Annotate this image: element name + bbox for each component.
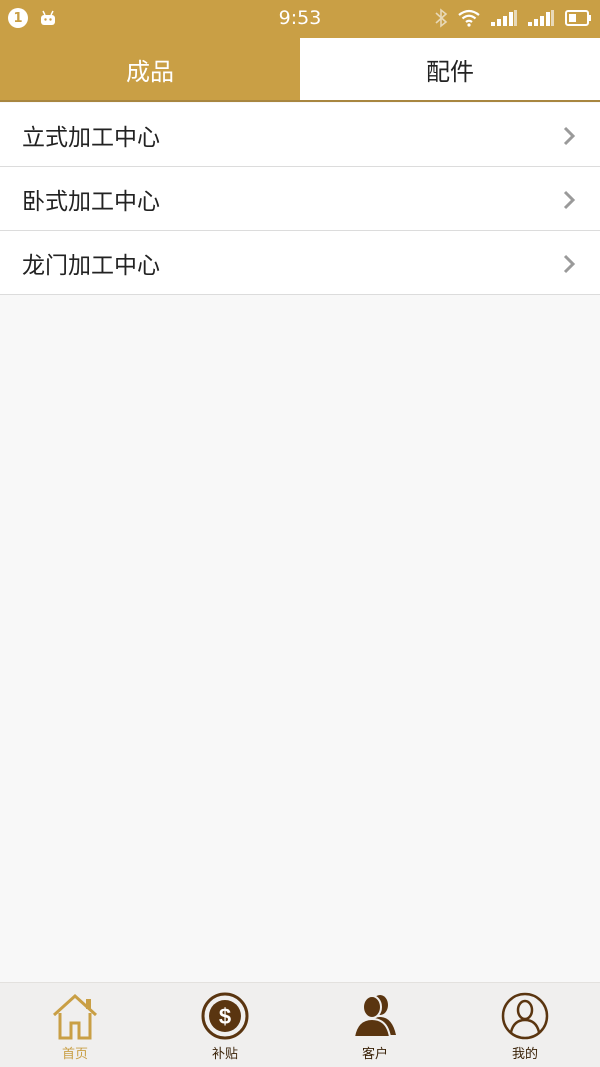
profile-icon [501, 992, 549, 1040]
signal-1-icon [491, 10, 517, 26]
product-category-list: 立式加工中心 卧式加工中心 龙门加工中心 [0, 103, 600, 295]
category-tabs: 成品 配件 [0, 38, 600, 102]
chevron-right-icon [563, 126, 576, 146]
list-item-label: 龙门加工中心 [22, 252, 160, 279]
battery-icon [565, 10, 591, 26]
list-item[interactable]: 立式加工中心 [0, 103, 600, 167]
nav-home-label: 首页 [61, 1047, 88, 1062]
dollar-icon: $ [201, 992, 249, 1040]
list-item-label: 立式加工中心 [22, 124, 160, 151]
svg-text:$: $ [219, 1004, 231, 1029]
list-item-label: 卧式加工中心 [22, 188, 160, 215]
list-item[interactable]: 卧式加工中心 [0, 167, 600, 231]
nav-customers[interactable]: 客户 [300, 983, 450, 1067]
list-item[interactable]: 龙门加工中心 [0, 231, 600, 295]
signal-2-icon [528, 10, 554, 26]
nav-profile[interactable]: 我的 [450, 983, 600, 1067]
nav-profile-label: 我的 [511, 1047, 538, 1062]
customers-icon [352, 995, 396, 1038]
tab-finished-products[interactable]: 成品 [0, 38, 300, 100]
nav-subsidy-label: 补贴 [211, 1047, 238, 1062]
nav-subsidy[interactable]: $ 补贴 [150, 983, 300, 1067]
chevron-right-icon [563, 254, 576, 274]
tab-accessories[interactable]: 配件 [300, 38, 600, 100]
status-right [434, 8, 592, 28]
bottom-nav: 首页 $ 补贴 客户 我的 [0, 982, 600, 1067]
nav-home[interactable]: 首页 [0, 983, 150, 1067]
wifi-icon [458, 9, 480, 27]
bluetooth-icon [435, 8, 448, 28]
status-bar: 1 9:53 [0, 0, 600, 38]
nav-customers-label: 客户 [361, 1047, 388, 1062]
chevron-right-icon [563, 190, 576, 210]
home-icon [52, 993, 98, 1040]
